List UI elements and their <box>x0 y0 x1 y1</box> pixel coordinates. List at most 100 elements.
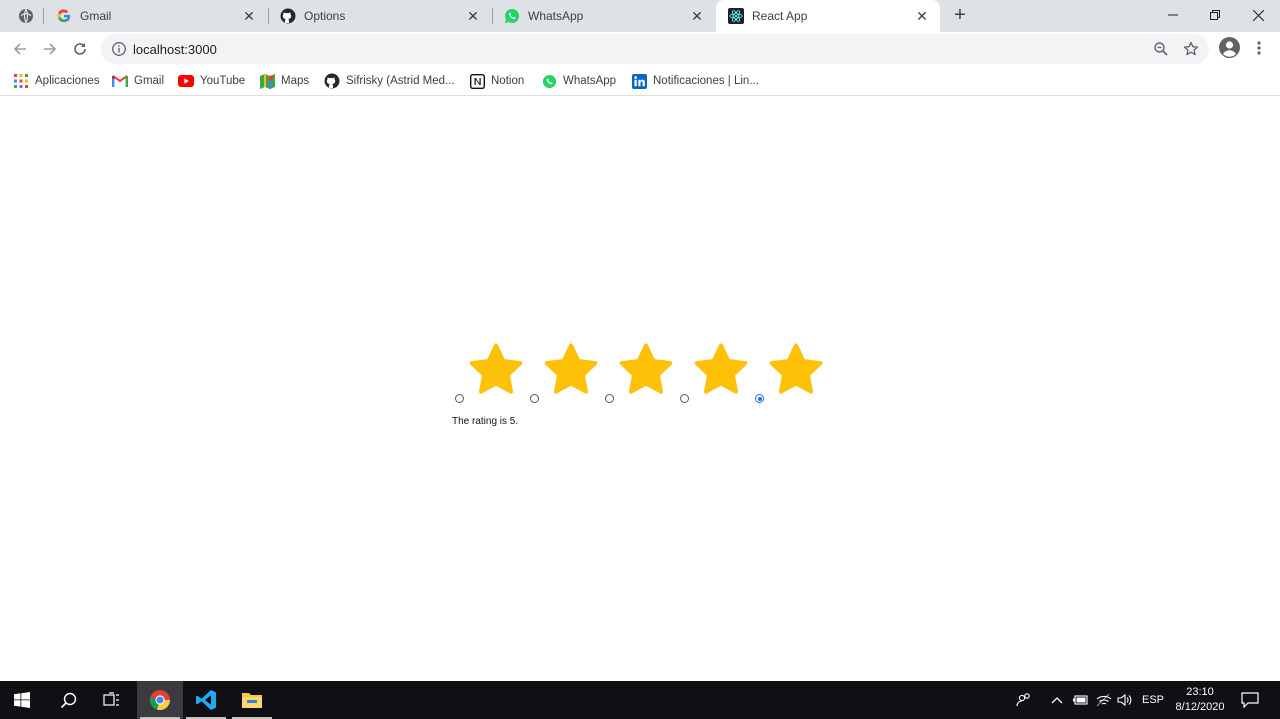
bookmark-sifrisky[interactable]: Sifrisky (Astrid Med... <box>324 71 455 91</box>
forward-button[interactable] <box>39 38 61 60</box>
volume-icon[interactable] <box>1114 681 1136 719</box>
tab-globe[interactable] <box>6 0 42 32</box>
notification-icon[interactable] <box>1238 681 1262 719</box>
tab-title: React App <box>752 9 808 23</box>
task-view-button[interactable] <box>90 681 134 719</box>
tab-title: Options <box>304 9 346 23</box>
bookmarks-bar: Aplicaciones Gmail YouTube Maps Sifrisky… <box>0 66 1280 96</box>
bookmark-linkedin[interactable]: Notificaciones | Lin... <box>631 71 759 91</box>
profile-avatar-icon[interactable] <box>1219 37 1240 58</box>
close-window-button[interactable] <box>1235 0 1280 30</box>
tab-whatsapp[interactable]: WhatsApp ✕ <box>492 0 715 32</box>
arrow-right-icon <box>44 43 57 55</box>
bookmark-label: Gmail <box>134 75 165 87</box>
search-button[interactable] <box>46 681 90 719</box>
tab-gmail[interactable]: Gmail ✕ <box>44 0 267 32</box>
bookmark-maps[interactable]: Maps <box>259 71 309 91</box>
linkedin-icon <box>631 73 647 89</box>
start-button[interactable] <box>0 681 44 719</box>
new-tab-button[interactable]: + <box>950 5 970 26</box>
rating-text: The rating is 5. <box>452 416 519 427</box>
star-icon <box>544 343 598 394</box>
bookmark-label: WhatsApp <box>563 75 617 87</box>
address-bar[interactable]: localhost:3000 <box>101 34 1209 64</box>
star-icon <box>619 343 673 394</box>
rating-radio[interactable] <box>530 394 539 403</box>
menu-kebab-icon[interactable] <box>1254 40 1264 56</box>
bookmark-whatsapp[interactable]: WhatsApp <box>541 71 616 91</box>
bookmark-notion[interactable]: Notion <box>469 71 524 91</box>
close-icon[interactable]: ✕ <box>241 8 257 24</box>
tab-title: WhatsApp <box>528 9 584 23</box>
restore-button[interactable] <box>1192 0 1238 30</box>
tab-strip: Gmail ✕ Options ✕ WhatsApp ✕ React App ✕… <box>0 0 1280 32</box>
close-icon[interactable]: ✕ <box>465 8 481 24</box>
rating-option-3[interactable] <box>602 341 677 403</box>
star-icon <box>694 343 748 394</box>
tab-title: Gmail <box>80 9 112 23</box>
chrome-icon <box>149 690 171 711</box>
rating-option-4[interactable] <box>677 341 752 403</box>
taskbar-file-explorer[interactable] <box>229 681 275 719</box>
star-icon <box>769 343 823 394</box>
maps-icon <box>259 73 275 89</box>
info-icon[interactable] <box>111 41 127 57</box>
bookmark-label: Maps <box>281 75 310 87</box>
bookmark-youtube[interactable]: YouTube <box>178 71 245 91</box>
rating-option-1[interactable] <box>452 341 527 403</box>
taskbar-vscode[interactable] <box>183 681 229 719</box>
close-icon[interactable]: ✕ <box>914 8 930 24</box>
whatsapp-icon <box>541 73 557 89</box>
bookmark-label: Notion <box>491 75 525 87</box>
tab-react-app[interactable]: React App ✕ <box>716 0 940 32</box>
whatsapp-icon <box>504 8 520 24</box>
windows-logo-icon <box>14 692 30 708</box>
notion-icon <box>469 73 485 89</box>
reload-button[interactable] <box>69 38 91 60</box>
vscode-icon <box>196 690 216 710</box>
restore-icon <box>1210 10 1220 20</box>
chevron-up-icon[interactable] <box>1046 681 1068 719</box>
url-text: localhost:3000 <box>133 42 217 57</box>
google-icon <box>56 8 72 24</box>
rating-radio[interactable] <box>455 394 464 403</box>
bookmark-label: Aplicaciones <box>35 75 100 87</box>
minimize-icon <box>1168 14 1178 16</box>
apps-grid-icon <box>13 73 29 89</box>
bookmark-star-icon[interactable] <box>1183 41 1199 57</box>
search-icon <box>60 692 76 708</box>
youtube-icon <box>178 73 194 89</box>
rating-option-5[interactable] <box>752 341 827 403</box>
bookmark-aplicaciones[interactable]: Aplicaciones <box>13 71 100 91</box>
minimize-button[interactable] <box>1150 0 1196 30</box>
globe-icon <box>18 8 34 24</box>
github-icon <box>324 73 340 89</box>
reload-icon <box>74 43 86 55</box>
browser-toolbar: localhost:3000 <box>0 32 1280 66</box>
folder-icon <box>242 693 262 708</box>
language-indicator[interactable]: ESP <box>1138 681 1168 719</box>
bookmark-gmail[interactable]: Gmail <box>112 71 164 91</box>
battery-icon[interactable] <box>1070 681 1092 719</box>
taskbar-chrome[interactable] <box>137 681 183 719</box>
back-button[interactable] <box>9 38 31 60</box>
react-icon <box>728 8 744 24</box>
arrow-left-icon <box>13 43 26 55</box>
rating-radio[interactable] <box>755 394 764 403</box>
close-icon[interactable]: ✕ <box>689 8 705 24</box>
rating-radio[interactable] <box>605 394 614 403</box>
clock[interactable]: 23:10 8/12/2020 <box>1170 685 1230 715</box>
github-icon <box>280 8 296 24</box>
bookmark-label: Notificaciones | Lin... <box>653 75 759 87</box>
page-content: The rating is 5. <box>0 97 1280 681</box>
rating-radio[interactable] <box>680 394 689 403</box>
wifi-icon[interactable] <box>1093 681 1115 719</box>
bookmark-label: YouTube <box>200 75 246 87</box>
clock-time: 23:10 <box>1186 686 1214 698</box>
close-icon <box>1252 9 1264 21</box>
zoom-icon[interactable] <box>1153 41 1169 57</box>
tab-options[interactable]: Options ✕ <box>268 0 491 32</box>
clock-date: 8/12/2020 <box>1175 701 1225 713</box>
rating-option-2[interactable] <box>527 341 602 403</box>
people-icon[interactable] <box>1012 681 1036 719</box>
